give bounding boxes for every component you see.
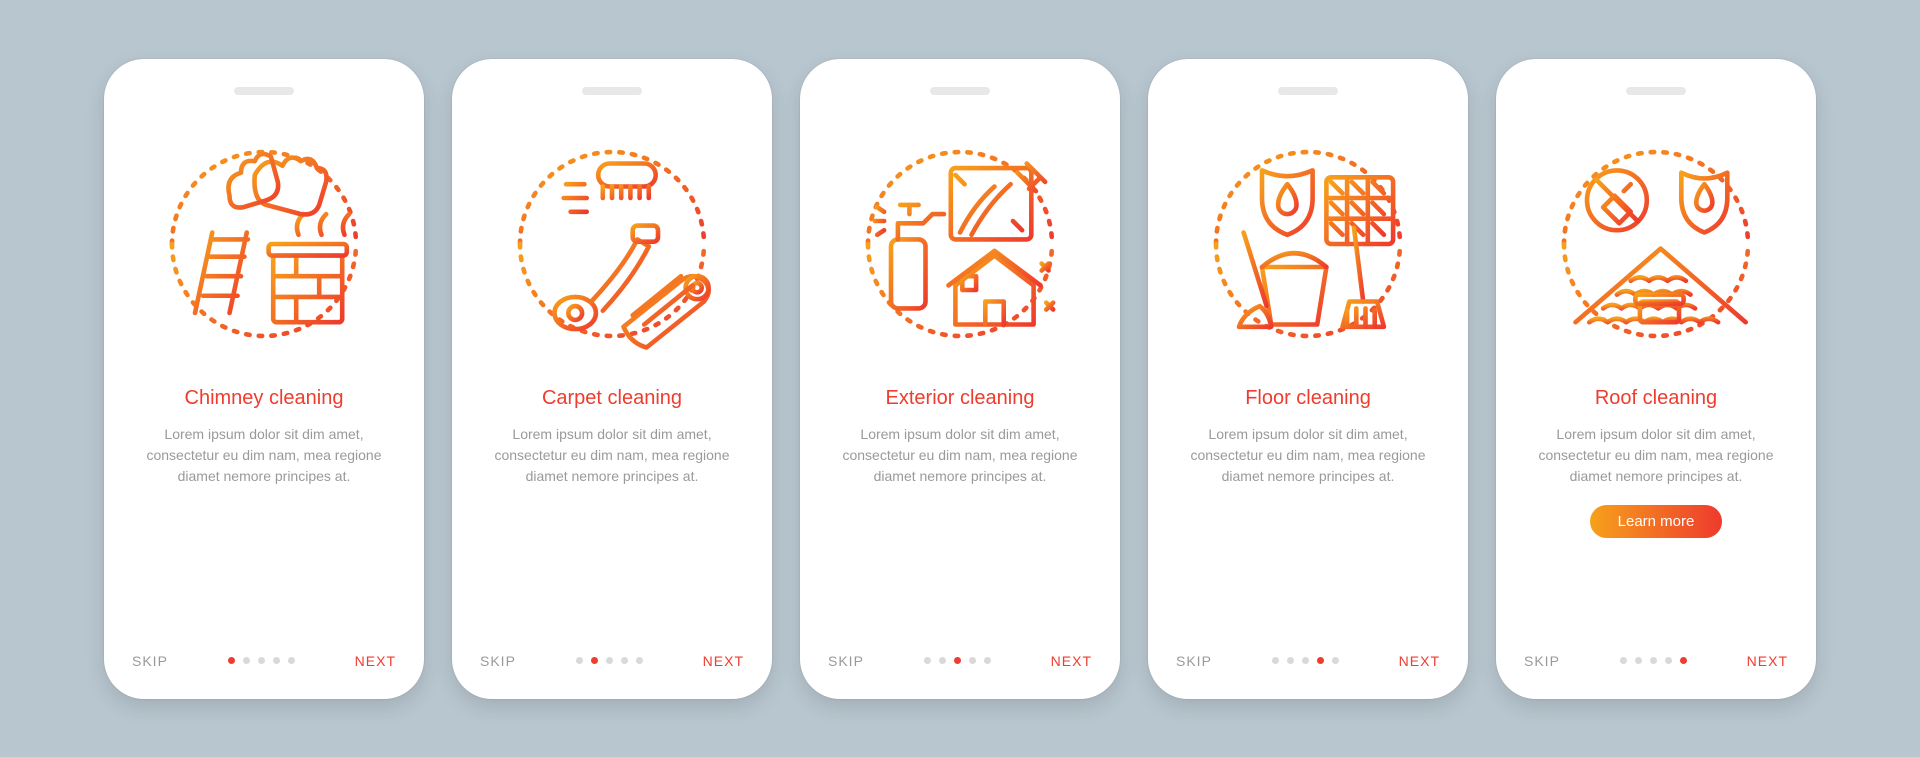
- page-indicator: [1272, 657, 1339, 664]
- screen-title: Exterior cleaning: [886, 387, 1035, 410]
- dot-5[interactable]: [1332, 657, 1339, 664]
- onboarding-footer: SKIP NEXT: [828, 653, 1092, 669]
- onboarding-screen-floor: Floor cleaning Lorem ipsum dolor sit dim…: [1148, 59, 1468, 699]
- dot-4[interactable]: [1317, 657, 1324, 664]
- dot-5[interactable]: [636, 657, 643, 664]
- exterior-cleaning-icon: [845, 129, 1075, 359]
- learn-more-button[interactable]: Learn more: [1590, 505, 1723, 538]
- skip-button[interactable]: SKIP: [480, 653, 516, 669]
- screen-title: Roof cleaning: [1595, 387, 1717, 410]
- dot-3[interactable]: [258, 657, 265, 664]
- page-indicator: [228, 657, 295, 664]
- dot-1[interactable]: [228, 657, 235, 664]
- chimney-cleaning-icon: [149, 129, 379, 359]
- page-indicator: [1620, 657, 1687, 664]
- dot-1[interactable]: [924, 657, 931, 664]
- phone-speaker: [582, 87, 642, 95]
- next-button[interactable]: NEXT: [1399, 653, 1440, 669]
- dot-4[interactable]: [621, 657, 628, 664]
- carpet-cleaning-icon: [497, 129, 727, 359]
- dot-2[interactable]: [1635, 657, 1642, 664]
- skip-button[interactable]: SKIP: [132, 653, 168, 669]
- dot-5[interactable]: [1680, 657, 1687, 664]
- phone-speaker: [1626, 87, 1686, 95]
- page-indicator: [576, 657, 643, 664]
- next-button[interactable]: NEXT: [1747, 653, 1788, 669]
- screen-description: Lorem ipsum dolor sit dim amet, consecte…: [1188, 424, 1428, 487]
- page-indicator: [924, 657, 991, 664]
- dot-2[interactable]: [243, 657, 250, 664]
- screen-title: Carpet cleaning: [542, 387, 682, 410]
- dot-4[interactable]: [969, 657, 976, 664]
- phone-speaker: [1278, 87, 1338, 95]
- dot-3[interactable]: [1302, 657, 1309, 664]
- dot-1[interactable]: [1272, 657, 1279, 664]
- phone-speaker: [930, 87, 990, 95]
- phone-speaker: [234, 87, 294, 95]
- dot-2[interactable]: [1287, 657, 1294, 664]
- dot-1[interactable]: [1620, 657, 1627, 664]
- screen-description: Lorem ipsum dolor sit dim amet, consecte…: [840, 424, 1080, 487]
- screen-title: Floor cleaning: [1245, 387, 1371, 410]
- onboarding-footer: SKIP NEXT: [480, 653, 744, 669]
- dot-5[interactable]: [288, 657, 295, 664]
- onboarding-footer: SKIP NEXT: [1176, 653, 1440, 669]
- skip-button[interactable]: SKIP: [1524, 653, 1560, 669]
- onboarding-screen-exterior: Exterior cleaning Lorem ipsum dolor sit …: [800, 59, 1120, 699]
- screen-description: Lorem ipsum dolor sit dim amet, consecte…: [492, 424, 732, 487]
- next-button[interactable]: NEXT: [703, 653, 744, 669]
- skip-button[interactable]: SKIP: [828, 653, 864, 669]
- next-button[interactable]: NEXT: [355, 653, 396, 669]
- skip-button[interactable]: SKIP: [1176, 653, 1212, 669]
- onboarding-footer: SKIP NEXT: [132, 653, 396, 669]
- roof-cleaning-icon: [1541, 129, 1771, 359]
- screen-description: Lorem ipsum dolor sit dim amet, consecte…: [144, 424, 384, 487]
- dot-2[interactable]: [939, 657, 946, 664]
- dot-4[interactable]: [273, 657, 280, 664]
- onboarding-screen-carpet: Carpet cleaning Lorem ipsum dolor sit di…: [452, 59, 772, 699]
- next-button[interactable]: NEXT: [1051, 653, 1092, 669]
- dot-1[interactable]: [576, 657, 583, 664]
- onboarding-screen-chimney: Chimney cleaning Lorem ipsum dolor sit d…: [104, 59, 424, 699]
- onboarding-screen-roof: Roof cleaning Lorem ipsum dolor sit dim …: [1496, 59, 1816, 699]
- dot-3[interactable]: [1650, 657, 1657, 664]
- onboarding-footer: SKIP NEXT: [1524, 653, 1788, 669]
- screen-description: Lorem ipsum dolor sit dim amet, consecte…: [1536, 424, 1776, 487]
- dot-5[interactable]: [984, 657, 991, 664]
- dot-4[interactable]: [1665, 657, 1672, 664]
- dot-3[interactable]: [606, 657, 613, 664]
- dot-3[interactable]: [954, 657, 961, 664]
- screen-title: Chimney cleaning: [185, 387, 344, 410]
- dot-2[interactable]: [591, 657, 598, 664]
- floor-cleaning-icon: [1193, 129, 1423, 359]
